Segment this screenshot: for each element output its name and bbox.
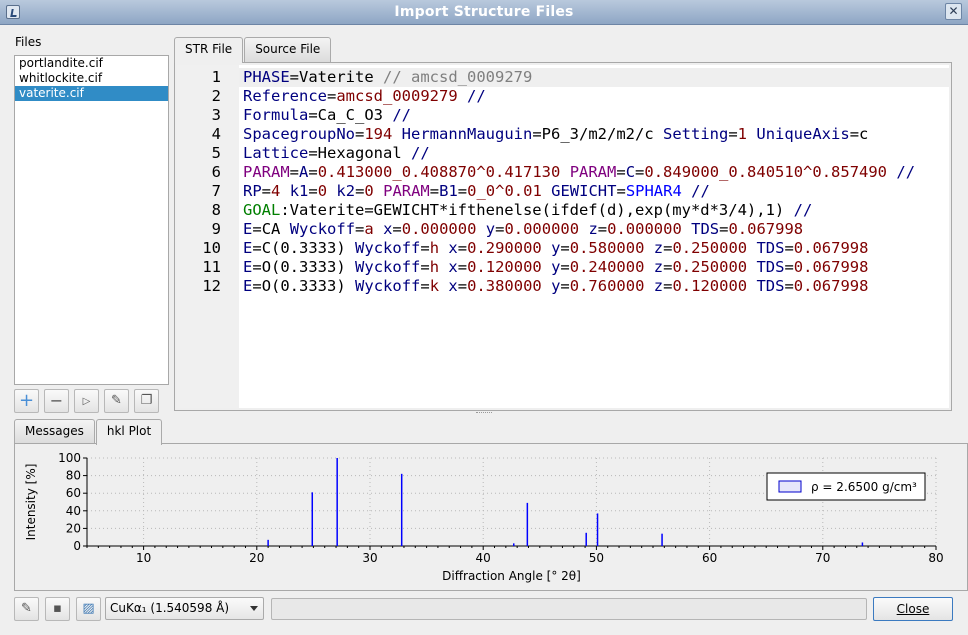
save-icon: ▪ (53, 601, 62, 616)
copy-button[interactable]: ❐ (134, 389, 159, 413)
window-title: Import Structure Files (394, 4, 574, 20)
legend-label: ρ = 2.6500 g/cm³ (811, 480, 917, 494)
legend-swatch (778, 480, 802, 493)
code-line[interactable]: E=CA Wyckoff=a x=0.000000 y=0.000000 z=0… (243, 220, 803, 239)
files-label: Files (15, 35, 42, 49)
code-line[interactable]: Lattice=Hexagonal // (243, 144, 430, 163)
str-editor[interactable]: 1 2 3 4 5 6 7 8 9 10 11 12 PHASE=Vaterite // amcsd_0… (177, 65, 949, 408)
file-item[interactable]: whitlockite.cif (15, 71, 168, 86)
editor-tabbar: STR File Source File (174, 37, 332, 63)
line-number: 9 (211, 220, 221, 238)
y-tick-label: 20 (66, 521, 81, 535)
file-toolbar: + − ▷ ✎ ❐ (14, 389, 159, 413)
file-item[interactable]: portlandite.cif (15, 56, 168, 71)
x-tick-label: 70 (815, 551, 830, 565)
file-item[interactable]: vaterite.cif (15, 86, 168, 101)
tab-messages[interactable]: Messages (14, 419, 95, 444)
output-tabbar: Messages hkl Plot (14, 419, 163, 445)
x-tick-label: 30 (362, 551, 377, 565)
code-line[interactable]: RP=4 k1=0 k2=0 PARAM=B1=0_0^0.01 GEWICHT… (243, 182, 710, 201)
y-tick-label: 0 (73, 539, 81, 553)
x-tick-label: 60 (702, 551, 717, 565)
line-number: 2 (211, 87, 221, 105)
tab-str-file[interactable]: STR File (174, 37, 244, 63)
y-tick-label: 100 (58, 451, 81, 465)
y-tick-label: 40 (66, 504, 81, 518)
code-line[interactable]: E=O(0.3333) Wyckoff=h x=0.120000 y=0.240… (243, 258, 868, 277)
add-icon: + (18, 390, 35, 411)
line-number: 8 (211, 201, 221, 219)
wavelength-value: CuKα₁ (1.540598 Å) (110, 601, 230, 615)
line-number: 10 (202, 239, 221, 257)
edit-button[interactable]: ✎ (104, 389, 129, 413)
edit-icon: ✎ (111, 393, 122, 408)
y-tick-label: 60 (66, 486, 81, 500)
image-icon: ▨ (82, 601, 95, 616)
remove-icon: − (49, 391, 64, 410)
tab-source-file[interactable]: Source File (244, 37, 332, 62)
remove-file-button[interactable]: − (44, 389, 69, 413)
save-button[interactable]: ▪ (45, 597, 70, 621)
editor-panel: 1 2 3 4 5 6 7 8 9 10 11 12 PHASE=Vaterite // amcsd_0… (174, 62, 952, 411)
x-tick-label: 80 (928, 551, 943, 565)
line-number: 5 (211, 144, 221, 162)
run-icon: ▷ (82, 396, 91, 407)
code-line[interactable]: E=C(0.3333) Wyckoff=h x=0.290000 y=0.580… (243, 239, 868, 258)
add-file-button[interactable]: + (14, 389, 39, 413)
line-number: 3 (211, 106, 221, 124)
code-line[interactable]: GOAL:Vaterite=GEWICHT*ifthenelse(ifdef(d… (243, 201, 812, 220)
line-number: 7 (211, 182, 221, 200)
splitter-handle[interactable] (476, 412, 492, 415)
status-field (271, 598, 867, 620)
x-tick-label: 20 (249, 551, 264, 565)
line-number: 11 (202, 258, 221, 276)
line-number: 6 (211, 163, 221, 181)
hkl-plot-panel: 0 20 40 60 80 100 10 20 30 40 50 60 70 80 Diffraction … (14, 443, 968, 591)
code-line[interactable]: E=O(0.3333) Wyckoff=k x=0.380000 y=0.760… (243, 277, 868, 296)
close-button[interactable]: Close (873, 597, 953, 621)
wavelength-select[interactable]: CuKα₁ (1.540598 Å) (105, 597, 264, 620)
code-line[interactable]: Formula=Ca_C_O3 // (243, 106, 411, 125)
x-axis-label: Diffraction Angle [° 2θ] (442, 569, 581, 583)
x-tick-label: 40 (476, 551, 491, 565)
files-list[interactable]: portlandite.cif whitlockite.cif vaterite.c… (14, 55, 169, 385)
window-close-icon[interactable]: ✕ (945, 3, 962, 20)
chevron-down-icon (250, 606, 258, 611)
y-tick-label: 80 (66, 469, 81, 483)
line-number: 12 (202, 277, 221, 295)
tab-hkl-plot[interactable]: hkl Plot (95, 419, 163, 445)
hkl-plot[interactable]: 0 20 40 60 80 100 10 20 30 40 50 60 70 80 Diffraction … (15, 444, 967, 590)
footer-toolbar: ✎ ▪ ▨ (14, 597, 101, 621)
run-button[interactable]: ▷ (74, 389, 99, 413)
edit-plot-button[interactable]: ✎ (14, 597, 39, 621)
line-number: 4 (211, 125, 221, 143)
code-line[interactable]: SpacegroupNo=194 HermannMauguin=P6_3/m2/… (243, 125, 868, 144)
line-number: 1 (211, 68, 221, 86)
copy-icon: ❐ (140, 393, 153, 408)
x-tick-label: 10 (136, 551, 151, 565)
window-titlebar: Import Structure Files ✕ (0, 0, 968, 25)
code-line[interactable]: PARAM=A=0.413000_0.408870^0.417130 PARAM… (243, 163, 915, 182)
export-image-button[interactable]: ▨ (76, 597, 101, 621)
edit-icon: ✎ (21, 601, 32, 616)
code-line[interactable]: PHASE=Vaterite // amcsd_0009279 (243, 68, 532, 87)
y-axis-label: Intensity [%] (24, 464, 38, 541)
x-tick-label: 50 (589, 551, 604, 565)
code-line[interactable]: Reference=amcsd_0009279 // (243, 87, 486, 106)
